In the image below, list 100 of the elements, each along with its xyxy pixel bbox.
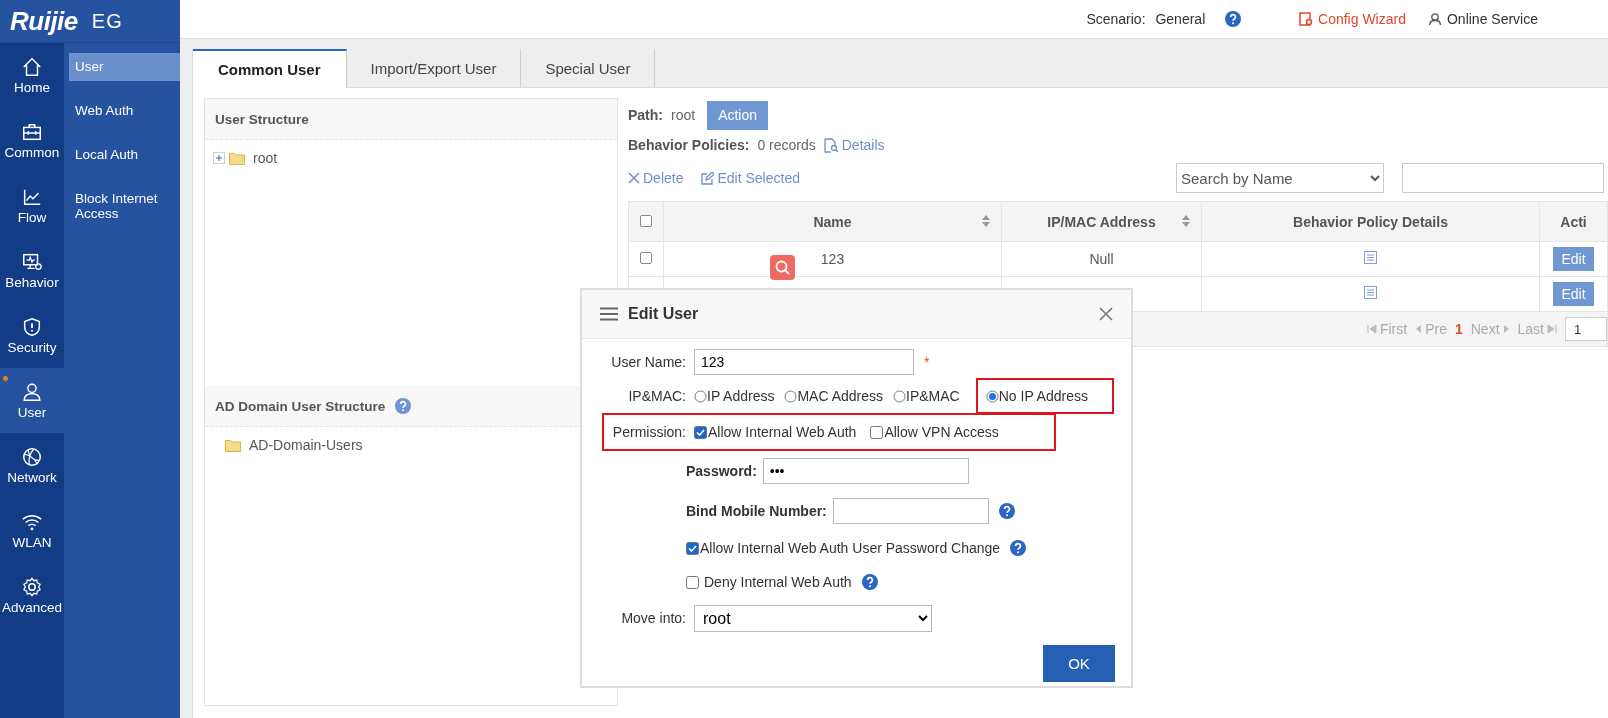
nav-item[interactable]: User	[0, 368, 64, 433]
sort-icon[interactable]	[1181, 214, 1191, 228]
help-icon[interactable]	[861, 574, 878, 590]
gear-icon	[21, 576, 43, 598]
nav-item[interactable]: Behavior	[0, 238, 64, 303]
person-icon	[21, 381, 43, 403]
checkbox-label[interactable]: Allow Internal Web Auth User Password Change	[700, 540, 1001, 556]
header-link[interactable]: Online Service	[1427, 11, 1538, 27]
briefcase-icon	[21, 121, 43, 143]
ok-button[interactable]: OK	[1043, 645, 1115, 682]
tab[interactable]: Import/Export User	[346, 49, 522, 87]
folder-icon	[225, 438, 241, 452]
tab[interactable]: Special User	[521, 49, 656, 87]
checkbox-label[interactable]: Allow Internal Web Auth	[708, 424, 857, 440]
radio-button[interactable]	[694, 389, 707, 403]
column-header[interactable]: Behavior Policy Details	[1201, 201, 1540, 242]
checkbox[interactable]	[640, 214, 652, 227]
column-header[interactable]: IP/MAC Address	[1001, 201, 1202, 242]
edit-icon	[701, 171, 715, 185]
list-icon[interactable]	[1364, 251, 1377, 264]
radio-label[interactable]: No IP Address	[998, 388, 1088, 404]
submenu-item[interactable]: Local Auth	[69, 141, 180, 169]
nav-item[interactable]: Home	[0, 43, 64, 108]
radio-button[interactable]	[893, 389, 907, 403]
field-label: User Name:	[610, 354, 687, 370]
help-icon[interactable]	[1010, 540, 1027, 556]
radio-button[interactable]	[985, 389, 999, 403]
search-type-dropdown[interactable]: Search by Name	[1176, 163, 1384, 193]
document-search-icon	[823, 137, 839, 153]
close-icon	[628, 172, 640, 184]
sort-icon[interactable]	[981, 214, 991, 228]
wizard-icon	[1299, 12, 1314, 26]
input-field[interactable]	[832, 498, 989, 524]
submenu-item[interactable]: Web Auth	[69, 97, 180, 125]
search-field[interactable]	[1402, 163, 1604, 193]
checkbox[interactable]	[870, 425, 884, 439]
radio-label[interactable]: MAC Address	[797, 388, 884, 404]
left-arrow-icon	[1415, 324, 1423, 334]
home-icon	[21, 56, 43, 78]
column-header[interactable]: Acti	[1539, 201, 1608, 242]
panel-title: AD Domain User Structure	[215, 398, 386, 414]
input-field[interactable]: •••	[762, 458, 969, 484]
nav-item[interactable]: WLAN	[0, 498, 64, 563]
field-label: Permission:	[611, 424, 687, 440]
monitor-icon	[21, 251, 43, 273]
path-value: root	[671, 107, 696, 123]
nav-item[interactable]: Advanced	[0, 563, 64, 628]
field-label: IP&MAC:	[627, 388, 687, 404]
brand-logo: Ruijie	[10, 5, 78, 37]
field-label: Password:	[685, 463, 758, 479]
close-icon[interactable]	[1099, 307, 1113, 321]
page-field[interactable]: 1	[1565, 317, 1607, 341]
nav-item[interactable]: Common	[0, 108, 64, 173]
path-label: Path:	[628, 107, 663, 123]
checkbox-label[interactable]: Deny Internal Web Auth	[704, 574, 852, 590]
menu-icon	[600, 307, 618, 321]
checkbox[interactable]	[694, 425, 707, 439]
table-cell: Null	[1001, 241, 1202, 277]
product-name: EG	[91, 9, 123, 33]
policies-label: Behavior Policies:	[628, 137, 750, 153]
nav-item[interactable]: Security	[0, 303, 64, 368]
globe-icon	[21, 446, 43, 468]
search-button[interactable]	[770, 255, 795, 280]
header-link[interactable]: Config Wizard	[1299, 11, 1406, 27]
tree-node[interactable]: AD-Domain-Users	[249, 437, 363, 453]
help-icon[interactable]	[998, 503, 1015, 519]
folder-dropdown[interactable]: root	[694, 604, 932, 632]
field-label: Bind Mobile Number:	[685, 503, 828, 519]
help-icon[interactable]	[1225, 11, 1242, 27]
radio-button[interactable]	[784, 389, 798, 403]
folder-icon	[229, 151, 245, 165]
panel-title: User Structure	[215, 111, 309, 127]
checkbox-label[interactable]: Allow VPN Access	[884, 424, 999, 440]
tree-node[interactable]: root	[253, 150, 278, 166]
expand-icon[interactable]	[213, 152, 225, 164]
last-icon	[1547, 324, 1557, 334]
help-icon[interactable]	[395, 398, 412, 414]
input-field[interactable]: 123	[694, 349, 914, 375]
scenario-value: General	[1154, 11, 1206, 27]
current-page: 1	[1454, 321, 1463, 337]
scenario-label: Scenario:	[1086, 11, 1146, 27]
checkbox[interactable]	[640, 252, 652, 264]
checkbox[interactable]	[686, 541, 699, 555]
tab[interactable]: Common User	[193, 49, 347, 88]
required-mark: *	[924, 354, 930, 370]
nav-item[interactable]: Network	[0, 433, 64, 498]
policies-count: 0 records	[757, 137, 816, 153]
right-arrow-icon	[1502, 324, 1510, 334]
person-icon	[1427, 12, 1442, 26]
first-icon	[1366, 324, 1377, 334]
field-label: Move into:	[620, 610, 687, 626]
submenu-item[interactable]: Block Internet Access	[69, 185, 180, 227]
radio-label[interactable]: IP Address	[707, 388, 775, 404]
nav-item[interactable]: Flow	[0, 173, 64, 238]
column-header[interactable]: Name	[663, 201, 1002, 242]
radio-label[interactable]: IP&MAC	[906, 388, 960, 404]
shield-icon	[21, 316, 43, 338]
dialog-title: Edit User	[628, 305, 700, 323]
checkbox[interactable]	[686, 575, 699, 589]
list-icon[interactable]	[1364, 286, 1377, 299]
